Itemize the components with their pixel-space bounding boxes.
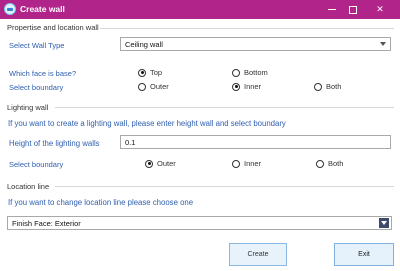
wall-type-select[interactable]: Ceiling wall [120,37,391,51]
chevron-down-icon [379,218,389,228]
base-face-bottom-radio[interactable]: Bottom [232,68,268,77]
maximize-button[interactable] [339,0,367,19]
location-line-value: Finish Face: Exterior [12,219,81,228]
lighting-boundary-outer-radio[interactable]: Outer [145,159,176,168]
location-line-select[interactable]: Finish Face: Exterior [7,216,392,230]
base-face-top-radio[interactable]: Top [138,68,162,77]
minimize-icon [328,9,336,10]
base-face-label: Which face is base? [9,69,77,78]
lighting-boundary-label: Select boundary [9,160,64,169]
radio-unchecked-icon [138,82,146,91]
height-input[interactable] [120,135,391,149]
exit-button[interactable]: Exit [334,243,394,266]
radio-checked-icon [145,159,153,168]
height-label: Height of the lighting walls [9,139,100,148]
window-title: Create wall [20,4,65,14]
close-button[interactable]: ✕ [366,0,394,19]
lighting-divider [55,107,394,108]
title-bar: Create wall ✕ [0,0,400,19]
radio-unchecked-icon [232,159,240,168]
radio-label: Inner [244,82,262,91]
radio-label: Outer [150,82,169,91]
close-icon: ✕ [376,4,384,14]
radio-label: Both [326,82,342,91]
lighting-section-title: Lighting wall [7,103,49,112]
wall-type-value: Ceiling wall [125,40,163,49]
app-icon [4,3,16,15]
radio-unchecked-icon [314,82,322,91]
location-instruction: If you want to change location line plea… [8,198,194,207]
location-divider [55,186,394,187]
maximize-icon [349,5,357,14]
properties-section-title: Propertise and location wall [7,23,99,32]
radio-checked-icon [232,82,240,91]
lighting-boundary-both-radio[interactable]: Both [316,159,343,168]
chevron-down-icon [378,39,388,49]
lighting-instruction: If you want to create a lighting wall, p… [8,119,286,128]
radio-unchecked-icon [316,159,324,168]
boundary-both-radio[interactable]: Both [314,82,341,91]
radio-label: Outer [157,159,176,168]
create-button[interactable]: Create [229,243,287,266]
height-field[interactable] [121,136,390,148]
lighting-boundary-inner-radio[interactable]: Inner [232,159,261,168]
wall-type-label: Select Wall Type [9,41,65,50]
radio-unchecked-icon [232,68,240,77]
properties-divider [100,28,394,29]
radio-checked-icon [138,68,146,77]
radio-label: Bottom [244,68,268,77]
boundary-outer-radio[interactable]: Outer [138,82,169,91]
radio-label: Inner [244,159,262,168]
location-section-title: Location line [7,182,50,191]
radio-label: Top [150,68,163,77]
boundary-label: Select boundary [9,83,64,92]
radio-label: Both [328,159,344,168]
boundary-inner-radio[interactable]: Inner [232,82,261,91]
